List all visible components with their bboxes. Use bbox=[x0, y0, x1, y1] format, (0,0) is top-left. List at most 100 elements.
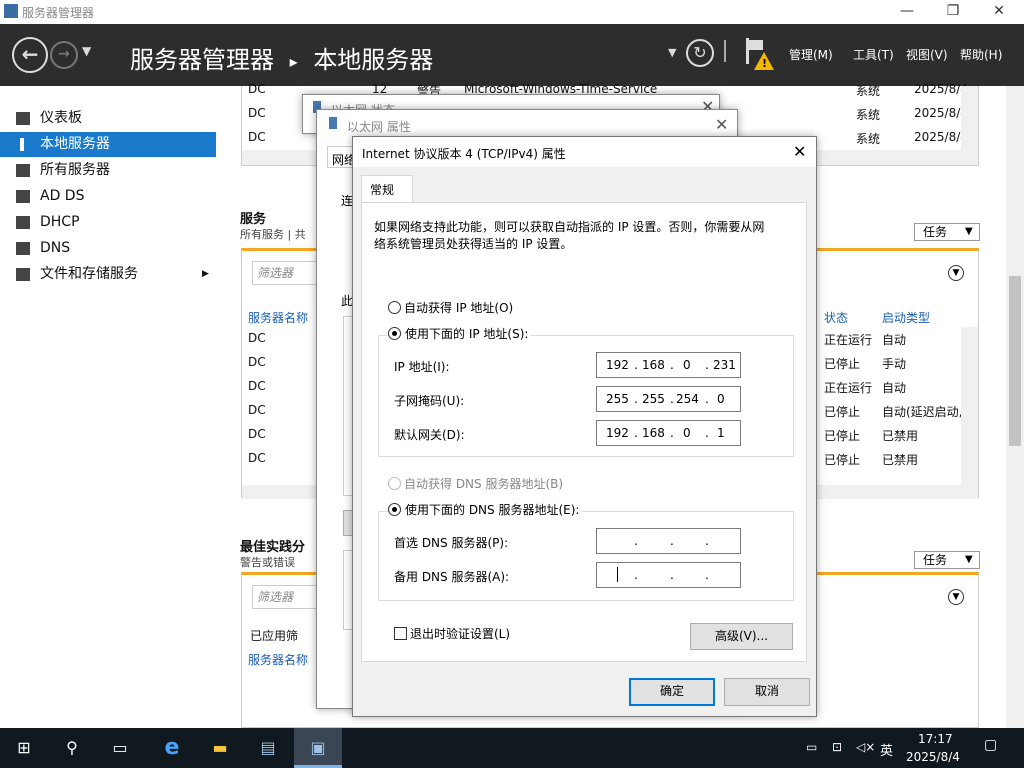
sidebar-item-dhcp[interactable]: DHCP bbox=[0, 210, 216, 235]
forward-arrow-icon[interactable]: → bbox=[50, 41, 78, 69]
refresh-icon[interactable]: ↻ bbox=[686, 39, 714, 67]
back-arrow-icon[interactable]: ← bbox=[12, 37, 48, 73]
close-button[interactable]: ✕ bbox=[976, 0, 1022, 24]
column-header-server[interactable]: 服务器名称 bbox=[248, 309, 308, 326]
tray-time[interactable]: 17:17 bbox=[918, 732, 953, 746]
column-header-start-type[interactable]: 启动类型 bbox=[882, 309, 930, 326]
header-divider bbox=[724, 40, 726, 62]
network-connections-taskbar-icon[interactable]: ▣ bbox=[294, 728, 342, 768]
subnet-mask-field[interactable]: 255. 255. 254. 0 bbox=[596, 386, 741, 412]
advanced-button[interactable]: 高级(V)... bbox=[690, 623, 793, 650]
internet-explorer-icon[interactable]: e bbox=[148, 728, 196, 768]
table-cell: 2025/8/4 bbox=[914, 82, 968, 96]
sidebar-item-dashboard[interactable]: 仪表板 bbox=[0, 106, 216, 131]
notify-dropdown-icon[interactable]: ▼ bbox=[668, 46, 676, 59]
manual-dns-label[interactable]: 使用下面的 DNS 服务器地址(E): bbox=[402, 501, 583, 518]
services-vertical-scrollbar[interactable] bbox=[961, 327, 978, 485]
auto-ip-label[interactable]: 自动获得 IP 地址(O) bbox=[404, 299, 513, 316]
page-vertical-scrollbar[interactable] bbox=[1006, 86, 1024, 728]
sidebar-item-dns[interactable]: DNS bbox=[0, 236, 216, 261]
close-icon[interactable]: ✕ bbox=[715, 115, 728, 134]
text-cursor bbox=[617, 567, 618, 582]
manual-dns-radio[interactable] bbox=[388, 503, 401, 516]
table-cell: DC bbox=[248, 331, 266, 345]
file-explorer-icon[interactable]: ▬ bbox=[196, 728, 244, 768]
table-cell: DC bbox=[248, 130, 266, 144]
maximize-button[interactable]: ❐ bbox=[930, 0, 976, 24]
default-gateway-field[interactable]: 192. 168. 0. 1 bbox=[596, 420, 741, 446]
notification-center-icon[interactable]: ▢ bbox=[984, 737, 997, 753]
scrollbar-thumb[interactable] bbox=[1009, 276, 1021, 446]
breadcrumb: 服务器管理器 ▸ 本地服务器 bbox=[130, 40, 433, 75]
validate-on-exit-checkbox[interactable] bbox=[394, 627, 407, 640]
task-view-icon[interactable]: ▭ bbox=[96, 728, 144, 768]
table-cell: 已停止 bbox=[824, 429, 861, 443]
table-cell: 自动 bbox=[882, 381, 907, 395]
services-tasks-dropdown[interactable]: 任务 ▼ bbox=[914, 223, 980, 241]
server-manager-taskbar-icon[interactable]: ▤ bbox=[244, 728, 292, 768]
bpa-title: 最佳实践分 bbox=[240, 540, 306, 555]
tab-general[interactable]: 常规 bbox=[361, 175, 413, 203]
notifications-flag-icon[interactable]: ! bbox=[744, 38, 776, 74]
tray-input-language[interactable]: 英 bbox=[880, 740, 893, 759]
dashboard-icon bbox=[16, 112, 30, 125]
table-cell: 已禁用 bbox=[882, 429, 919, 443]
description-text: 如果网络支持此功能，则可以获取自动指派的 IP 设置。否则，你需要从网络系统管理… bbox=[374, 220, 765, 251]
chevron-down-icon: ▼ bbox=[965, 554, 973, 565]
manual-ip-radio[interactable] bbox=[388, 327, 401, 340]
table-cell: 已禁用 bbox=[882, 453, 919, 467]
auto-dns-radio bbox=[388, 477, 401, 490]
default-gateway-label: 默认网关(D): bbox=[394, 428, 465, 442]
validate-on-exit-label[interactable]: 退出时验证设置(L) bbox=[410, 625, 510, 642]
sidebar: 仪表板 本地服务器 所有服务器 AD DS DHCP DNS 文件和存储服务 ▶ bbox=[0, 86, 216, 728]
table-cell: 系统 bbox=[856, 108, 881, 122]
tray-keyboard-icon[interactable]: ▭ bbox=[806, 740, 817, 754]
expand-circle-icon[interactable]: ▼ bbox=[948, 589, 964, 605]
bpa-applied-filter: 已应用筛 bbox=[250, 629, 299, 643]
menu-help[interactable]: 帮助(H) bbox=[960, 46, 1002, 63]
ipv4-properties-dialog[interactable]: Internet 协议版本 4 (TCP/IPv4) 属性 ✕ 常规 如果网络支… bbox=[352, 136, 817, 717]
sidebar-item-all-servers[interactable]: 所有服务器 bbox=[0, 158, 216, 183]
sidebar-item-local-server[interactable]: 本地服务器 bbox=[0, 132, 216, 157]
table-cell: 系统 bbox=[856, 132, 881, 146]
menu-tools[interactable]: 工具(T) bbox=[853, 46, 894, 63]
cancel-button[interactable]: 取消 bbox=[724, 678, 810, 706]
ip-address-field[interactable]: 192. 168. 0. 231 bbox=[596, 352, 741, 378]
bpa-column-header-server[interactable]: 服务器名称 bbox=[248, 651, 308, 668]
table-cell: 手动 bbox=[882, 357, 907, 371]
tray-date[interactable]: 2025/8/4 bbox=[906, 750, 960, 764]
close-icon[interactable]: ✕ bbox=[793, 142, 806, 161]
start-windows-icon[interactable]: ⊞ bbox=[0, 728, 48, 768]
tray-network-icon[interactable]: ⊡ bbox=[832, 740, 842, 754]
tab-panel: 如果网络支持此功能，则可以获取自动指派的 IP 设置。否则，你需要从网络系统管理… bbox=[361, 202, 807, 662]
search-icon[interactable]: ⚲ bbox=[48, 728, 96, 768]
table-cell: 2025/8/4 bbox=[914, 106, 968, 120]
table-cell: 自动(延迟启动, bbox=[882, 405, 963, 419]
ok-button[interactable]: 确定 bbox=[629, 678, 715, 706]
header-bar: ← → ▼ 服务器管理器 ▸ 本地服务器 ▼ ↻ ! 管理(M) 工具(T) 视… bbox=[0, 24, 1024, 86]
expand-circle-icon[interactable]: ▼ bbox=[948, 265, 964, 281]
breadcrumb-root: 服务器管理器 bbox=[130, 46, 274, 74]
file-storage-icon bbox=[16, 268, 30, 281]
dialog-titlebar: Internet 协议版本 4 (TCP/IPv4) 属性 ✕ bbox=[353, 137, 816, 167]
menu-manage[interactable]: 管理(M) bbox=[789, 46, 833, 63]
expand-arrow-icon[interactable]: ▶ bbox=[202, 262, 209, 287]
auto-ip-radio[interactable] bbox=[388, 301, 401, 314]
history-dropdown-icon[interactable]: ▼ bbox=[82, 44, 91, 58]
table-cell: DC bbox=[248, 379, 266, 393]
column-header-status[interactable]: 状态 bbox=[824, 309, 848, 326]
preferred-dns-label: 首选 DNS 服务器(P): bbox=[394, 536, 509, 550]
tray-volume-muted-icon[interactable]: ◁× bbox=[856, 740, 875, 754]
vertical-scrollbar[interactable] bbox=[961, 86, 978, 150]
alternate-dns-field[interactable]: ... bbox=[596, 562, 741, 588]
sidebar-item-ad-ds[interactable]: AD DS bbox=[0, 184, 216, 209]
breadcrumb-separator-icon: ▸ bbox=[289, 51, 298, 71]
bpa-tasks-dropdown[interactable]: 任务 ▼ bbox=[914, 551, 980, 569]
sidebar-item-file-storage[interactable]: 文件和存储服务 ▶ bbox=[0, 262, 216, 287]
preferred-dns-field[interactable]: ... bbox=[596, 528, 741, 554]
manual-ip-label[interactable]: 使用下面的 IP 地址(S): bbox=[402, 325, 532, 342]
menu-view[interactable]: 视图(V) bbox=[906, 46, 948, 63]
table-cell: 自动 bbox=[882, 333, 907, 347]
minimize-button[interactable]: — bbox=[884, 0, 930, 24]
servers-icon bbox=[16, 164, 30, 177]
